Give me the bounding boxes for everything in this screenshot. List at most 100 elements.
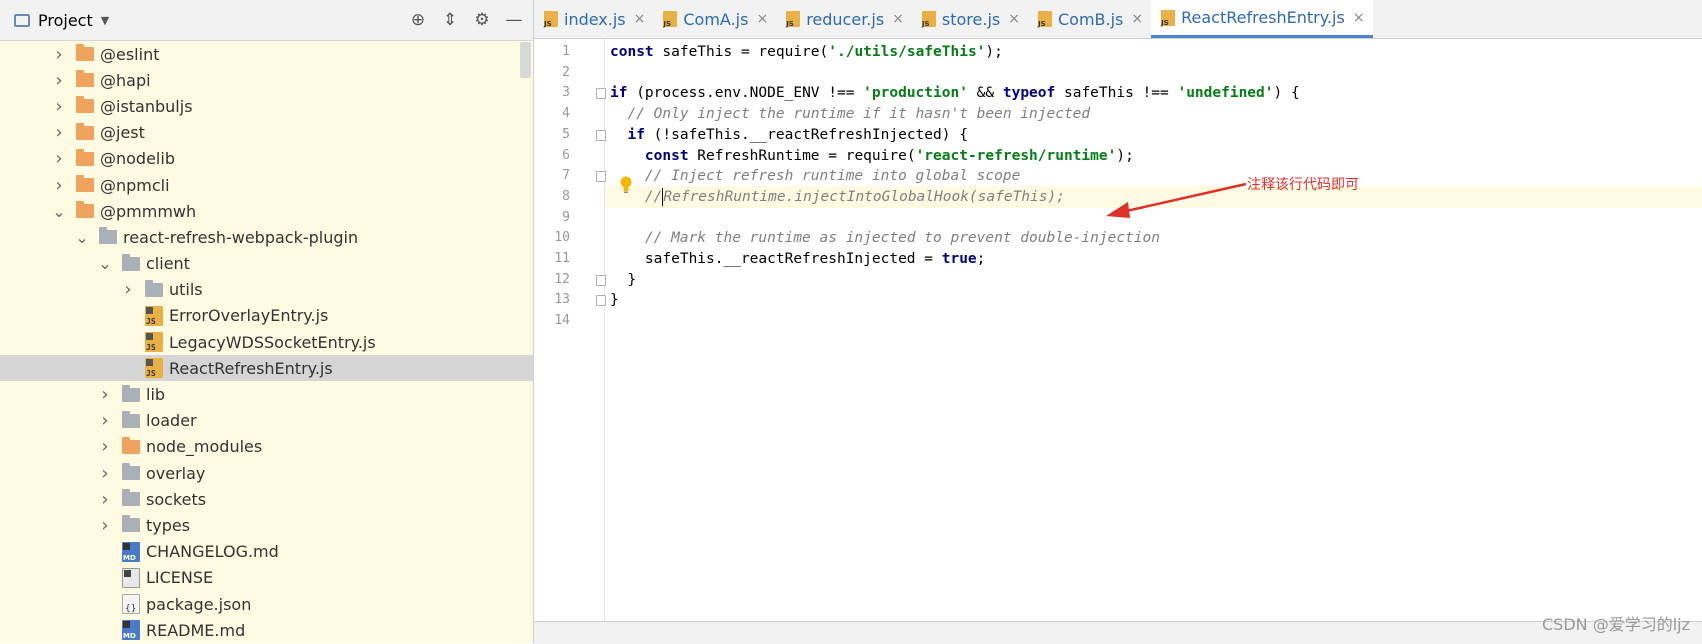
tree-folder-row[interactable]: › types xyxy=(0,512,533,538)
collapse-all-icon[interactable]: ⇕ xyxy=(437,7,463,33)
code-token: if xyxy=(610,85,628,102)
tree-file-row[interactable]: ErrorOverlayEntry.js xyxy=(0,303,533,329)
folder-icon xyxy=(145,279,163,297)
locate-icon[interactable]: ⊕ xyxy=(405,7,431,33)
line-number: 14 xyxy=(554,313,570,329)
gear-icon[interactable]: ⚙ xyxy=(469,7,495,33)
tree-folder-row[interactable]: › overlay xyxy=(0,460,533,486)
close-icon[interactable]: × xyxy=(634,11,646,27)
fold-marker-icon[interactable] xyxy=(596,88,606,100)
code-token: const xyxy=(644,147,689,164)
javascript-file-icon xyxy=(1037,11,1052,28)
folder-icon xyxy=(122,253,140,271)
tree-file-row[interactable]: package.json xyxy=(0,591,533,617)
folder-icon xyxy=(76,70,94,88)
close-icon[interactable]: × xyxy=(892,11,904,27)
tree-folder-row[interactable]: ⌄ client xyxy=(0,251,533,277)
fold-marker-icon[interactable] xyxy=(596,295,606,307)
line-number: 2 xyxy=(562,64,570,80)
close-icon[interactable]: × xyxy=(756,11,768,27)
chevron-down-icon[interactable]: ⌄ xyxy=(98,254,112,273)
folder-icon xyxy=(122,515,140,533)
close-icon[interactable]: × xyxy=(1353,10,1365,26)
project-panel-title[interactable]: Project xyxy=(38,11,93,30)
tree-file-row[interactable]: CHANGELOG.md xyxy=(0,539,533,565)
editor-tab[interactable]: index.js × xyxy=(534,0,653,38)
chevron-right-icon[interactable]: › xyxy=(98,384,112,405)
tree-item-label: CHANGELOG.md xyxy=(146,542,279,562)
chevron-right-icon[interactable]: › xyxy=(52,44,66,65)
code-token: 'undefined' xyxy=(1177,85,1274,102)
code-line: const RefreshRuntime = require('react-re… xyxy=(610,145,1702,167)
chevron-right-icon[interactable]: › xyxy=(98,489,112,510)
markdown-file-icon xyxy=(122,620,140,641)
chevron-right-icon[interactable]: › xyxy=(52,70,66,91)
tree-folder-row[interactable]: › lib xyxy=(0,381,533,407)
tree-item-label: @jest xyxy=(100,123,145,143)
chevron-down-icon[interactable]: ▼ xyxy=(101,14,109,27)
tree-file-row[interactable]: LICENSE xyxy=(0,565,533,591)
text-file-icon xyxy=(122,567,140,588)
tree-folder-row[interactable]: › @istanbuljs xyxy=(0,93,533,119)
fold-marker-icon[interactable] xyxy=(596,171,606,183)
tree-folder-row[interactable]: › utils xyxy=(0,277,533,303)
markdown-file-icon xyxy=(122,541,140,562)
folder-icon xyxy=(76,122,94,140)
code-token: (process.env.NODE_ENV !== xyxy=(627,85,864,102)
tree-folder-row[interactable]: › loader xyxy=(0,408,533,434)
fold-marker-icon[interactable] xyxy=(596,274,606,286)
tree-item-label: react-refresh-webpack-plugin xyxy=(123,227,359,247)
editor-tab[interactable]: ReactRefreshEntry.js × xyxy=(1151,0,1373,38)
tree-folder-row[interactable]: › @hapi xyxy=(0,67,533,93)
tree-file-row[interactable]: ReactRefreshEntry.js xyxy=(0,355,533,382)
hide-panel-icon[interactable]: — xyxy=(501,7,527,33)
code-line: } xyxy=(610,269,1702,291)
chevron-right-icon[interactable]: › xyxy=(52,96,66,117)
code-editor[interactable]: const safeThis = require('./utils/safeTh… xyxy=(605,39,1702,621)
tree-item-label: @nodelib xyxy=(100,149,175,169)
javascript-file-icon xyxy=(145,358,163,379)
editor-tab[interactable]: ComA.js × xyxy=(653,0,776,38)
fold-marker-icon[interactable] xyxy=(596,129,606,141)
close-icon[interactable]: × xyxy=(1131,11,1143,27)
code-token: // Inject refresh runtime into global sc… xyxy=(644,168,1021,185)
folder-icon xyxy=(76,175,94,193)
tree-folder-row[interactable]: › @nodelib xyxy=(0,146,533,172)
annotation-arrow xyxy=(1106,182,1247,218)
status-bar xyxy=(534,621,1702,644)
tree-folder-row[interactable]: › node_modules xyxy=(0,434,533,460)
chevron-down-icon[interactable]: ⌄ xyxy=(75,228,89,247)
tree-folder-row[interactable]: › @npmcli xyxy=(0,172,533,198)
tree-item-label: README.md xyxy=(146,620,246,640)
tree-item-label: types xyxy=(146,515,191,535)
tree-folder-row[interactable]: ⌄ react-refresh-webpack-plugin xyxy=(0,224,533,250)
lightbulb-icon[interactable] xyxy=(619,176,633,194)
line-number: 4 xyxy=(562,106,570,122)
chevron-down-icon[interactable]: ⌄ xyxy=(52,202,66,221)
tree-file-row[interactable]: README.md xyxy=(0,617,533,643)
tab-label: ReactRefreshEntry.js xyxy=(1181,8,1345,27)
chevron-right-icon[interactable]: › xyxy=(98,410,112,431)
code-line: if (process.env.NODE_ENV !== 'production… xyxy=(610,82,1702,104)
tree-item-label: @hapi xyxy=(100,70,151,90)
chevron-right-icon[interactable]: › xyxy=(52,122,66,143)
line-number: 6 xyxy=(562,147,570,163)
chevron-right-icon[interactable]: › xyxy=(52,148,66,169)
editor-tab[interactable]: ComB.js × xyxy=(1028,0,1151,38)
tree-file-row[interactable]: LegacyWDSSocketEntry.js xyxy=(0,329,533,355)
tree-scrollbar[interactable] xyxy=(520,42,531,78)
tree-folder-row[interactable]: › sockets xyxy=(0,486,533,512)
editor-tab[interactable]: store.js × xyxy=(912,0,1028,38)
code-token: ) { xyxy=(1273,85,1300,102)
chevron-right-icon[interactable]: › xyxy=(98,515,112,536)
tree-folder-row[interactable]: › @jest xyxy=(0,120,533,146)
chevron-right-icon[interactable]: › xyxy=(98,463,112,484)
chevron-right-icon[interactable]: › xyxy=(121,279,135,300)
chevron-right-icon[interactable]: › xyxy=(52,175,66,196)
tree-folder-row[interactable]: ⌄ @pmmmwh xyxy=(0,198,533,224)
tree-folder-row[interactable]: › @eslint xyxy=(0,41,533,67)
editor-tab[interactable]: reducer.js × xyxy=(776,0,912,38)
close-icon[interactable]: × xyxy=(1008,11,1020,27)
chevron-right-icon[interactable]: › xyxy=(98,436,112,457)
